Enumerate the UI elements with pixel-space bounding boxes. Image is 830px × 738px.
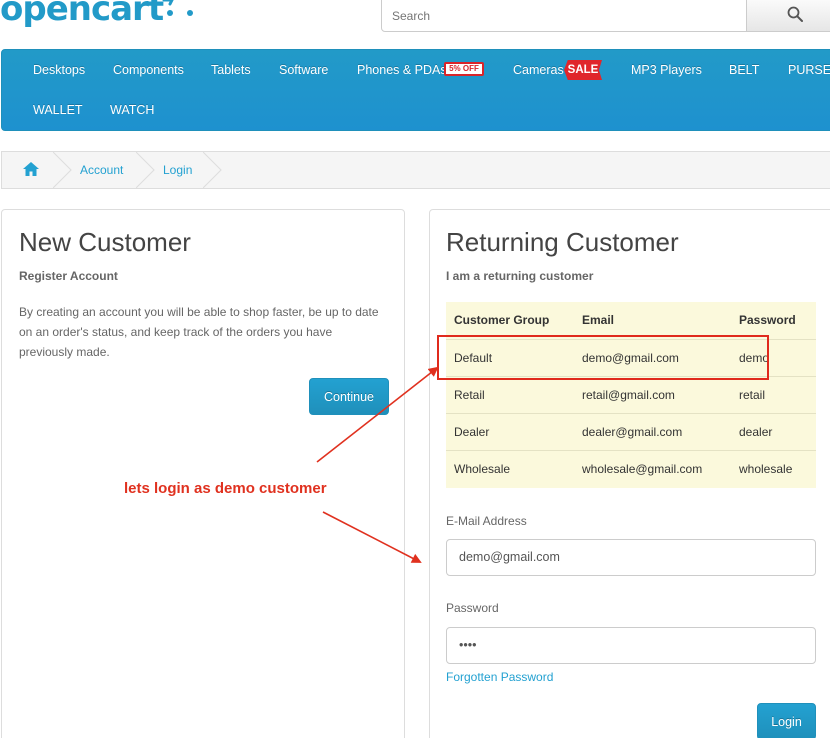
table-row: Wholesale wholesale@gmail.com wholesale (446, 450, 816, 487)
menu-item-phones-pdas[interactable]: Phones & PDAs (357, 62, 447, 78)
column-header-password: Password (739, 313, 796, 327)
email-label: E-Mail Address (446, 514, 527, 528)
new-customer-title: New Customer (19, 227, 191, 257)
login-button[interactable]: Login (757, 703, 816, 738)
menu-item-watch[interactable]: WATCH (110, 102, 154, 118)
breadcrumb-item-account[interactable]: Account (80, 152, 123, 188)
cell-email: retail@gmail.com (582, 388, 675, 402)
cell-customer-group: Retail (454, 388, 485, 402)
sale-badge: SALE (564, 60, 602, 80)
menu-item-software[interactable]: Software (279, 62, 328, 78)
menu-item-tablets[interactable]: Tablets (211, 62, 251, 78)
breadcrumb-separator (136, 152, 155, 188)
cell-email: demo@gmail.com (582, 351, 679, 365)
cell-customer-group: Dealer (454, 425, 490, 439)
forgotten-password-link[interactable]: Forgotten Password (446, 670, 553, 684)
cell-customer-group: Wholesale (454, 462, 511, 476)
menu-item-mp3-players[interactable]: MP3 Players (631, 62, 702, 78)
password-field-value: •••• (459, 638, 477, 652)
menu-item-components[interactable]: Components (113, 62, 184, 78)
email-field[interactable]: demo@gmail.com (446, 539, 816, 576)
menu-item-cameras[interactable]: Cameras (513, 62, 564, 78)
breadcrumb: Account Login (1, 151, 830, 189)
menu-item-desktops[interactable]: Desktops (33, 62, 85, 78)
home-icon[interactable] (22, 161, 40, 177)
password-label: Password (446, 601, 499, 615)
cell-email: dealer@gmail.com (582, 425, 683, 439)
cell-customer-group: Default (454, 351, 493, 365)
table-row: Default demo@gmail.com demo (446, 339, 816, 376)
cell-password: dealer (739, 425, 773, 439)
table-row: Dealer dealer@gmail.com dealer (446, 413, 816, 450)
menu-item-wallet[interactable]: WALLET (33, 102, 83, 118)
cell-email: wholesale@gmail.com (582, 462, 703, 476)
menu-item-belt[interactable]: BELT (729, 62, 759, 78)
returning-customer-title: Returning Customer (446, 227, 679, 257)
breadcrumb-separator (53, 152, 72, 188)
register-description: By creating an account you will be able … (19, 305, 379, 359)
menu-item-purse[interactable]: PURSE (788, 62, 830, 78)
annotation-text: lets login as demo customer (124, 480, 327, 497)
search-button[interactable] (746, 0, 830, 31)
cell-password: retail (739, 388, 766, 402)
cell-password: wholesale (739, 462, 793, 476)
returning-customer-subtitle: I am a returning customer (446, 269, 594, 283)
opencart-logo[interactable]: opencart (0, 0, 193, 32)
column-header-email: Email (582, 313, 615, 327)
logo-text: opencart (0, 0, 164, 29)
discount-badge: 5% OFF (444, 62, 484, 76)
search-bar (381, 0, 830, 32)
main-menu: Desktops Components Tablets Software Pho… (1, 49, 830, 131)
register-account-subtitle: Register Account (19, 269, 118, 283)
search-icon (787, 6, 803, 22)
continue-button[interactable]: Continue (309, 378, 389, 415)
demo-credentials-table: Customer Group Email Password Default de… (446, 302, 816, 488)
breadcrumb-separator (203, 152, 222, 188)
password-field[interactable]: •••• (446, 627, 816, 664)
breadcrumb-item-login[interactable]: Login (163, 152, 192, 188)
cart-logo-icon (162, 0, 193, 16)
new-customer-panel: New Customer Register Account By creatin… (1, 209, 405, 738)
column-header-customer-group: Customer Group (454, 313, 550, 327)
cell-password: demo (739, 351, 770, 365)
returning-customer-panel: Returning Customer I am a returning cust… (429, 209, 830, 738)
table-header-row: Customer Group Email Password (446, 302, 816, 339)
email-field-value: demo@gmail.com (459, 550, 560, 564)
table-row: Retail retail@gmail.com retail (446, 376, 816, 413)
